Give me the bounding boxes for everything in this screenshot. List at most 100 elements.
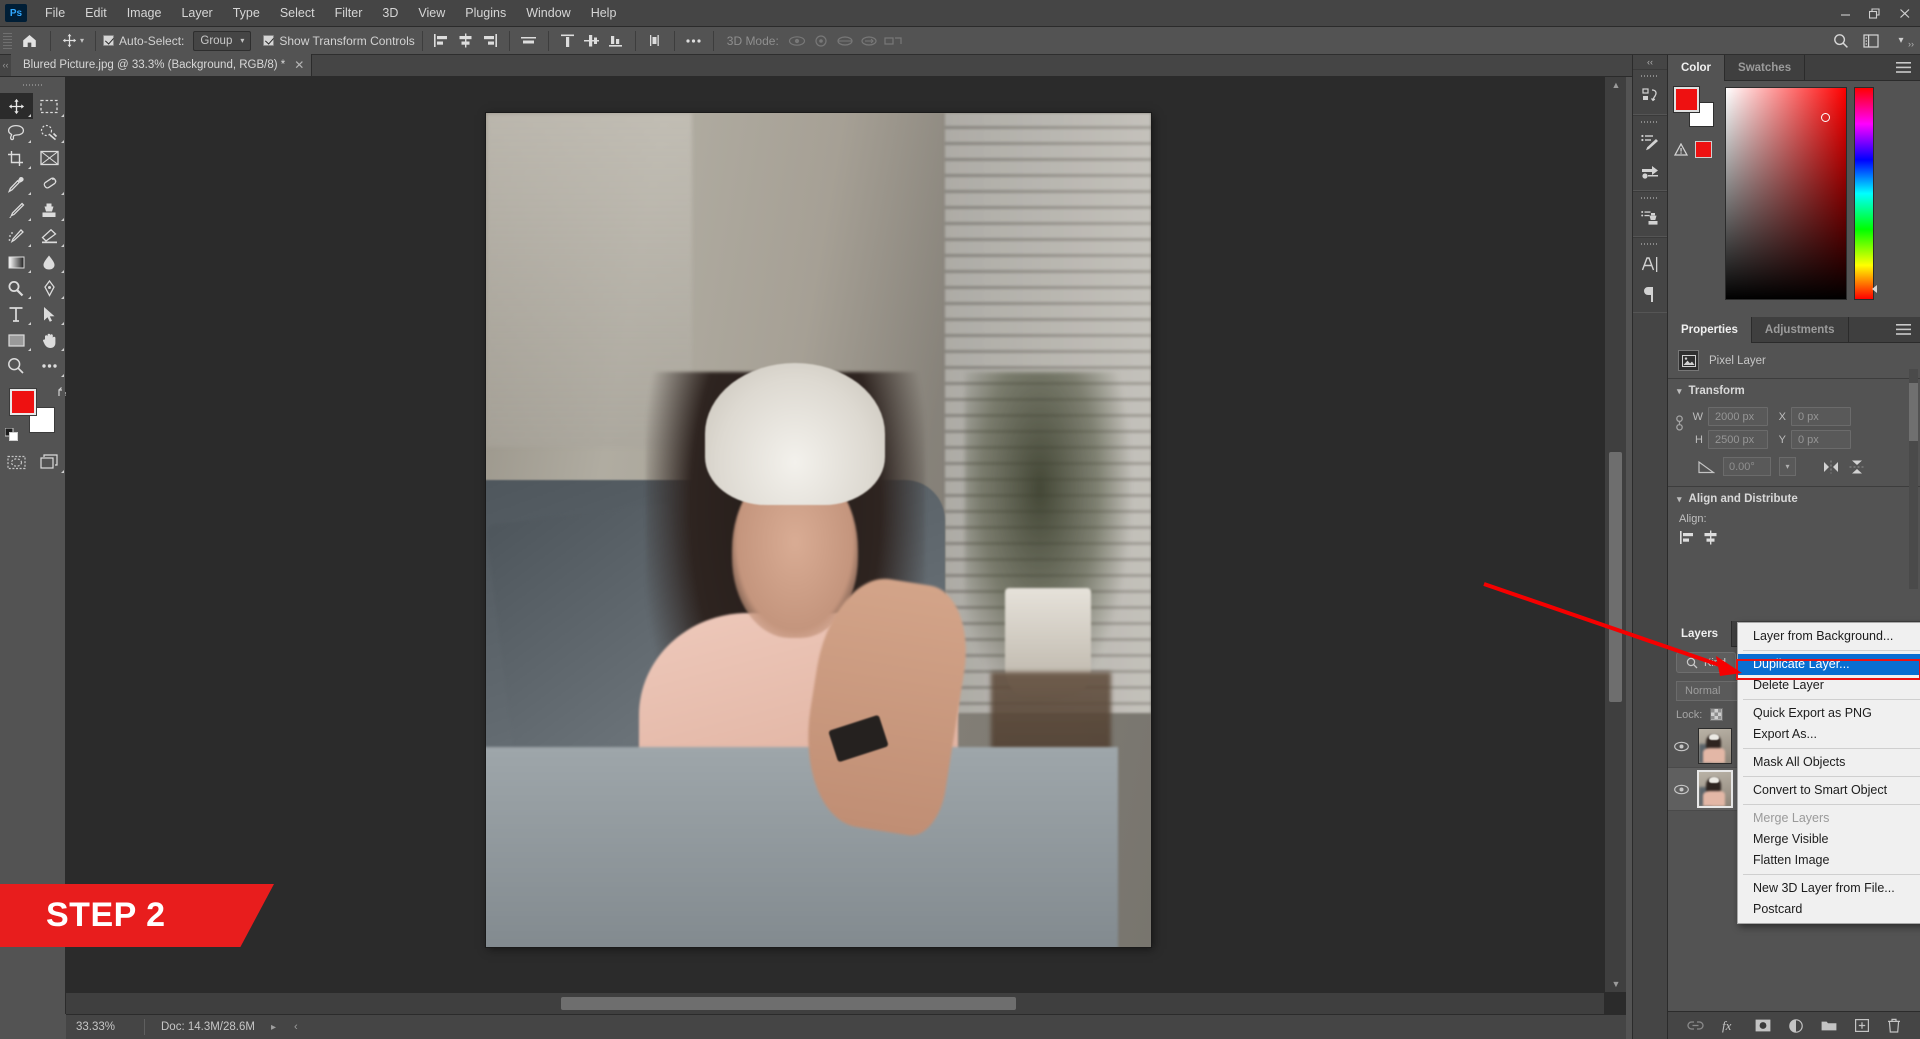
align-top-edges-icon[interactable] [556, 30, 580, 52]
new-adjustment-layer-icon[interactable] [1789, 1018, 1803, 1033]
menu-item-duplicate-layer[interactable]: Duplicate Layer... [1738, 654, 1920, 675]
menu-type[interactable]: Type [223, 2, 270, 24]
scroll-down-icon[interactable]: ▼ [1605, 979, 1627, 989]
chevron-down-icon[interactable]: ▾ [80, 36, 84, 45]
chevron-down-icon[interactable]: ▾ [1677, 386, 1682, 397]
link-dimensions-icon[interactable] [1674, 413, 1685, 433]
search-icon[interactable] [1826, 29, 1856, 53]
pan-3d-icon[interactable] [833, 30, 857, 52]
layer-style-fx-icon[interactable]: fx [1722, 1019, 1737, 1033]
layer-thumbnail[interactable] [1697, 770, 1733, 808]
tab-adjustments[interactable]: Adjustments [1752, 316, 1849, 343]
angle-input[interactable]: 0.00° [1723, 457, 1771, 476]
menu-item-quick-export-as-png[interactable]: Quick Export as PNG [1738, 703, 1920, 724]
hue-slider[interactable] [1854, 87, 1877, 300]
tool-gradient[interactable] [0, 249, 33, 275]
rail-grip[interactable] [1641, 118, 1659, 126]
tool-move[interactable] [0, 93, 33, 119]
checkbox-indicator[interactable] [103, 35, 115, 46]
show-transform-controls-checkbox[interactable]: Show Transform Controls [263, 34, 415, 48]
tool-rectangular-marquee[interactable] [33, 93, 66, 119]
tool-object-selection[interactable] [33, 119, 66, 145]
panel-menu-icon[interactable] [1896, 61, 1920, 74]
canvas-area[interactable]: ▲ ▼ [66, 77, 1626, 1014]
vertical-scroll-thumb[interactable] [1609, 452, 1622, 702]
menu-select[interactable]: Select [270, 2, 325, 24]
horizontal-scroll-thumb[interactable] [561, 997, 1016, 1010]
character-panel-icon[interactable] [1633, 249, 1667, 279]
menu-item-delete-layer[interactable]: Delete Layer [1738, 675, 1920, 696]
tool-edit-toolbar[interactable] [33, 353, 66, 379]
layer-filter-kind[interactable]: Kind [1676, 652, 1737, 673]
menu-window[interactable]: Window [516, 2, 580, 24]
home-icon[interactable] [15, 29, 43, 53]
align-left-edges-icon[interactable] [1679, 530, 1696, 545]
previous-arrow-icon[interactable]: ‹ [294, 1021, 298, 1033]
adjustments-presets-icon[interactable] [1633, 157, 1667, 187]
tool-history-brush[interactable] [0, 223, 33, 249]
tool-pen[interactable] [33, 275, 66, 301]
close-icon[interactable]: ✕ [294, 58, 304, 72]
tool-eraser[interactable] [33, 223, 66, 249]
auto-select-checkbox[interactable]: Auto-Select: [103, 34, 184, 48]
default-colors-icon[interactable] [4, 428, 18, 441]
tool-lasso[interactable] [0, 119, 33, 145]
panel-menu-icon[interactable] [1896, 323, 1920, 336]
menu-item-layer-from-background[interactable]: Layer from Background... [1738, 626, 1920, 647]
properties-scrollbar[interactable] [1909, 369, 1918, 589]
flip-horizontal-icon[interactable] [1822, 460, 1840, 474]
align-bottom-edges-icon[interactable] [604, 30, 628, 52]
roll-3d-icon[interactable] [809, 30, 833, 52]
menu-item-convert-to-smart-object[interactable]: Convert to Smart Object [1738, 780, 1920, 801]
canvas-viewport[interactable] [66, 77, 1604, 992]
menu-view[interactable]: View [408, 2, 455, 24]
menu-item-new-3d-layer-from-file[interactable]: New 3D Layer from File... [1738, 878, 1920, 899]
menu-item-flatten-image[interactable]: Flatten Image [1738, 850, 1920, 871]
tab-properties[interactable]: Properties [1668, 316, 1752, 343]
menu-item-merge-visible[interactable]: Merge Visible [1738, 829, 1920, 850]
eye-icon[interactable] [1674, 784, 1690, 795]
slide-3d-icon[interactable] [857, 30, 881, 52]
expand-arrow-icon[interactable]: ▸ [271, 1022, 276, 1033]
align-distribute-header[interactable]: ▾ Align and Distribute [1668, 487, 1920, 511]
close-icon[interactable] [1890, 0, 1920, 27]
width-input[interactable]: 2000 px [1708, 407, 1768, 426]
align-horizontal-centers-icon[interactable] [454, 30, 478, 52]
tool-hand[interactable] [33, 327, 66, 353]
more-options-icon[interactable] [682, 30, 706, 52]
move-tool-option-icon[interactable]: ▾ [58, 33, 88, 48]
canvas-horizontal-scrollbar[interactable] [66, 992, 1604, 1014]
auto-select-scope-dropdown[interactable]: Group ▾ [193, 30, 252, 51]
tool-rectangle[interactable] [0, 327, 33, 353]
history-panel-icon[interactable] [1633, 81, 1667, 111]
scroll-up-icon[interactable]: ▲ [1605, 80, 1627, 90]
options-bar-grip[interactable] [3, 32, 12, 49]
lock-transparent-pixels-icon[interactable] [1710, 708, 1724, 721]
menu-item-postcard[interactable]: Postcard [1738, 899, 1920, 920]
gamut-warning-icon[interactable] [1674, 143, 1688, 156]
scale-3d-icon[interactable] [881, 30, 905, 52]
new-layer-icon[interactable] [1855, 1019, 1869, 1032]
x-input[interactable]: 0 px [1791, 407, 1851, 426]
rail-grip[interactable] [1641, 240, 1659, 248]
tool-path-selection[interactable] [33, 301, 66, 327]
height-input[interactable]: 2500 px [1708, 430, 1768, 449]
tool-brush[interactable] [0, 197, 33, 223]
clone-source-icon[interactable] [1633, 203, 1667, 233]
hue-slider-marker[interactable] [1872, 285, 1877, 293]
collapse-panels-icon[interactable]: ‹‹ [1632, 55, 1668, 69]
tool-clone-stamp[interactable] [33, 197, 66, 223]
menu-filter[interactable]: Filter [325, 2, 373, 24]
menu-plugins[interactable]: Plugins [455, 2, 516, 24]
tool-eyedropper[interactable] [0, 171, 33, 197]
canvas-vertical-scrollbar[interactable]: ▲ ▼ [1604, 77, 1626, 992]
tool-crop[interactable] [0, 145, 33, 171]
tool-dodge[interactable] [0, 275, 33, 301]
menu-image[interactable]: Image [117, 2, 172, 24]
new-group-icon[interactable] [1821, 1019, 1837, 1032]
add-layer-mask-icon[interactable] [1755, 1019, 1771, 1032]
foreground-color-swatch[interactable] [1674, 87, 1699, 112]
align-extra-icon[interactable] [643, 30, 667, 52]
tool-spot-healing-brush[interactable] [33, 171, 66, 197]
layer-thumbnail[interactable] [1698, 728, 1732, 764]
